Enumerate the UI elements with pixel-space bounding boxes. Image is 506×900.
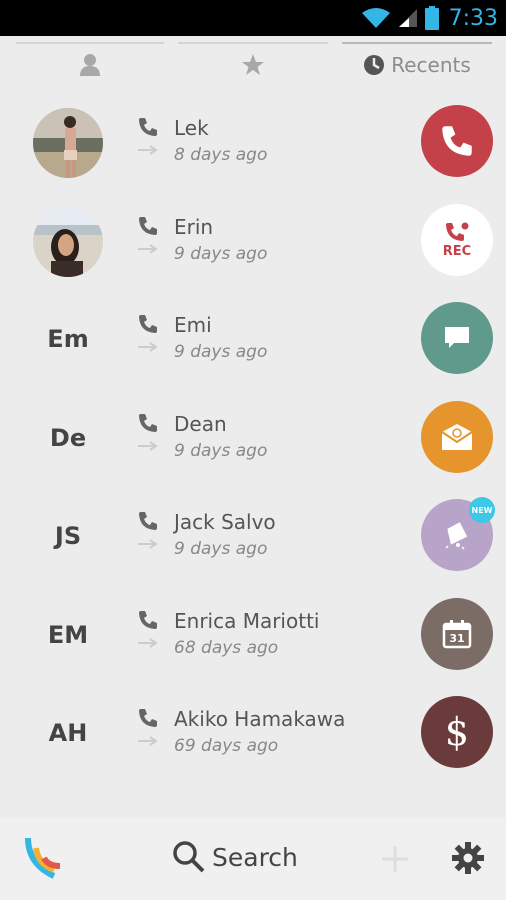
payment-button[interactable]: $ bbox=[421, 696, 493, 768]
call-time: 9 days ago bbox=[174, 243, 268, 264]
avatar-initials: Em bbox=[47, 325, 89, 353]
avatar-initials: JS bbox=[54, 522, 82, 550]
phone-icon bbox=[139, 216, 157, 235]
contact-name: Lek bbox=[174, 116, 209, 140]
message-button[interactable] bbox=[421, 302, 493, 374]
list-item[interactable]: AH Akiko Hamakawa 69 days ago $ bbox=[0, 685, 506, 784]
dollar-icon: $ bbox=[444, 710, 470, 754]
add-icon[interactable] bbox=[380, 844, 410, 874]
clock-icon bbox=[364, 55, 385, 75]
outgoing-arrow-icon bbox=[138, 440, 158, 451]
list-item[interactable]: Em Emi 9 days ago bbox=[0, 291, 506, 390]
gear-icon[interactable] bbox=[452, 842, 484, 874]
call-time: 68 days ago bbox=[174, 637, 279, 658]
list-item[interactable]: EM Enrica Mariotti 68 days ago 31 bbox=[0, 587, 506, 686]
tab-favorites[interactable] bbox=[178, 36, 328, 94]
signal-icon bbox=[398, 9, 417, 27]
star-icon bbox=[242, 54, 264, 75]
rec-label: REC bbox=[442, 243, 472, 259]
wifi-icon bbox=[361, 8, 390, 28]
contact-name: Dean bbox=[174, 411, 227, 436]
status-bar: 7:33 bbox=[0, 0, 506, 36]
outgoing-arrow-icon bbox=[138, 243, 158, 254]
call-time: 8 days ago bbox=[174, 145, 268, 165]
tab-indicator bbox=[178, 42, 328, 44]
contact-name: Akiko Hamakawa bbox=[174, 707, 346, 731]
avatar bbox=[33, 108, 103, 178]
reminder-button[interactable]: NEW bbox=[421, 497, 495, 571]
list-item[interactable]: JS Jack Salvo 9 days ago NEW bbox=[0, 488, 506, 587]
avatar-initials: AH bbox=[48, 719, 88, 747]
outgoing-arrow-icon bbox=[138, 145, 158, 155]
list-item[interactable]: Erin 9 days ago REC bbox=[0, 193, 506, 292]
phone-icon bbox=[139, 709, 157, 727]
phone-icon bbox=[442, 126, 472, 156]
tab-label: Recents bbox=[391, 53, 471, 77]
new-badge: NEW bbox=[469, 497, 495, 523]
contact-name: Emi bbox=[174, 313, 212, 337]
status-time: 7:33 bbox=[448, 5, 498, 31]
list-item[interactable]: De Dean 9 days ago bbox=[0, 390, 506, 489]
search-icon bbox=[173, 841, 205, 873]
person-icon bbox=[80, 54, 100, 76]
phone-icon bbox=[139, 610, 157, 629]
chat-bubble-icon bbox=[445, 327, 469, 348]
bottom-bar: Search bbox=[0, 818, 506, 900]
email-button[interactable] bbox=[421, 400, 493, 473]
outgoing-arrow-icon bbox=[138, 342, 158, 352]
call-time: 9 days ago bbox=[174, 539, 268, 559]
contact-name: Erin bbox=[174, 214, 214, 239]
contact-name: Enrica Mariotti bbox=[174, 608, 320, 633]
call-time: 69 days ago bbox=[174, 736, 279, 756]
call-time: 9 days ago bbox=[174, 342, 268, 362]
avatar bbox=[33, 206, 103, 277]
app-logo-icon[interactable] bbox=[24, 836, 68, 880]
avatar-initials: EM bbox=[47, 620, 89, 649]
search-button[interactable]: Search bbox=[172, 840, 298, 874]
call-time: 9 days ago bbox=[174, 440, 268, 461]
phone-icon bbox=[139, 315, 157, 333]
battery-icon bbox=[424, 6, 439, 30]
tab-recents[interactable]: Recents bbox=[342, 36, 492, 94]
calendar-day: 31 bbox=[449, 631, 465, 645]
email-icon bbox=[441, 423, 473, 450]
bell-icon bbox=[445, 522, 468, 550]
outgoing-arrow-icon bbox=[138, 637, 158, 648]
recents-list: Lek 8 days ago Erin 9 days ago REC Em Em… bbox=[0, 94, 506, 784]
phone-record-icon bbox=[446, 222, 469, 241]
contact-name: Jack Salvo bbox=[174, 510, 276, 534]
search-label: Search bbox=[212, 842, 298, 872]
tab-indicator bbox=[16, 42, 164, 44]
outgoing-arrow-icon bbox=[138, 736, 158, 746]
phone-icon bbox=[139, 118, 157, 136]
phone-icon bbox=[139, 512, 157, 530]
phone-icon bbox=[139, 413, 157, 432]
list-item[interactable]: Lek 8 days ago bbox=[0, 94, 506, 193]
avatar-initials: De bbox=[49, 423, 87, 452]
outgoing-arrow-icon bbox=[138, 539, 158, 549]
tab-bar: Recents bbox=[0, 36, 506, 94]
record-button[interactable]: REC bbox=[421, 203, 493, 276]
calendar-button[interactable]: 31 bbox=[421, 597, 493, 670]
call-button[interactable] bbox=[421, 105, 493, 177]
tab-contacts[interactable] bbox=[16, 36, 164, 94]
tab-indicator bbox=[342, 42, 492, 44]
